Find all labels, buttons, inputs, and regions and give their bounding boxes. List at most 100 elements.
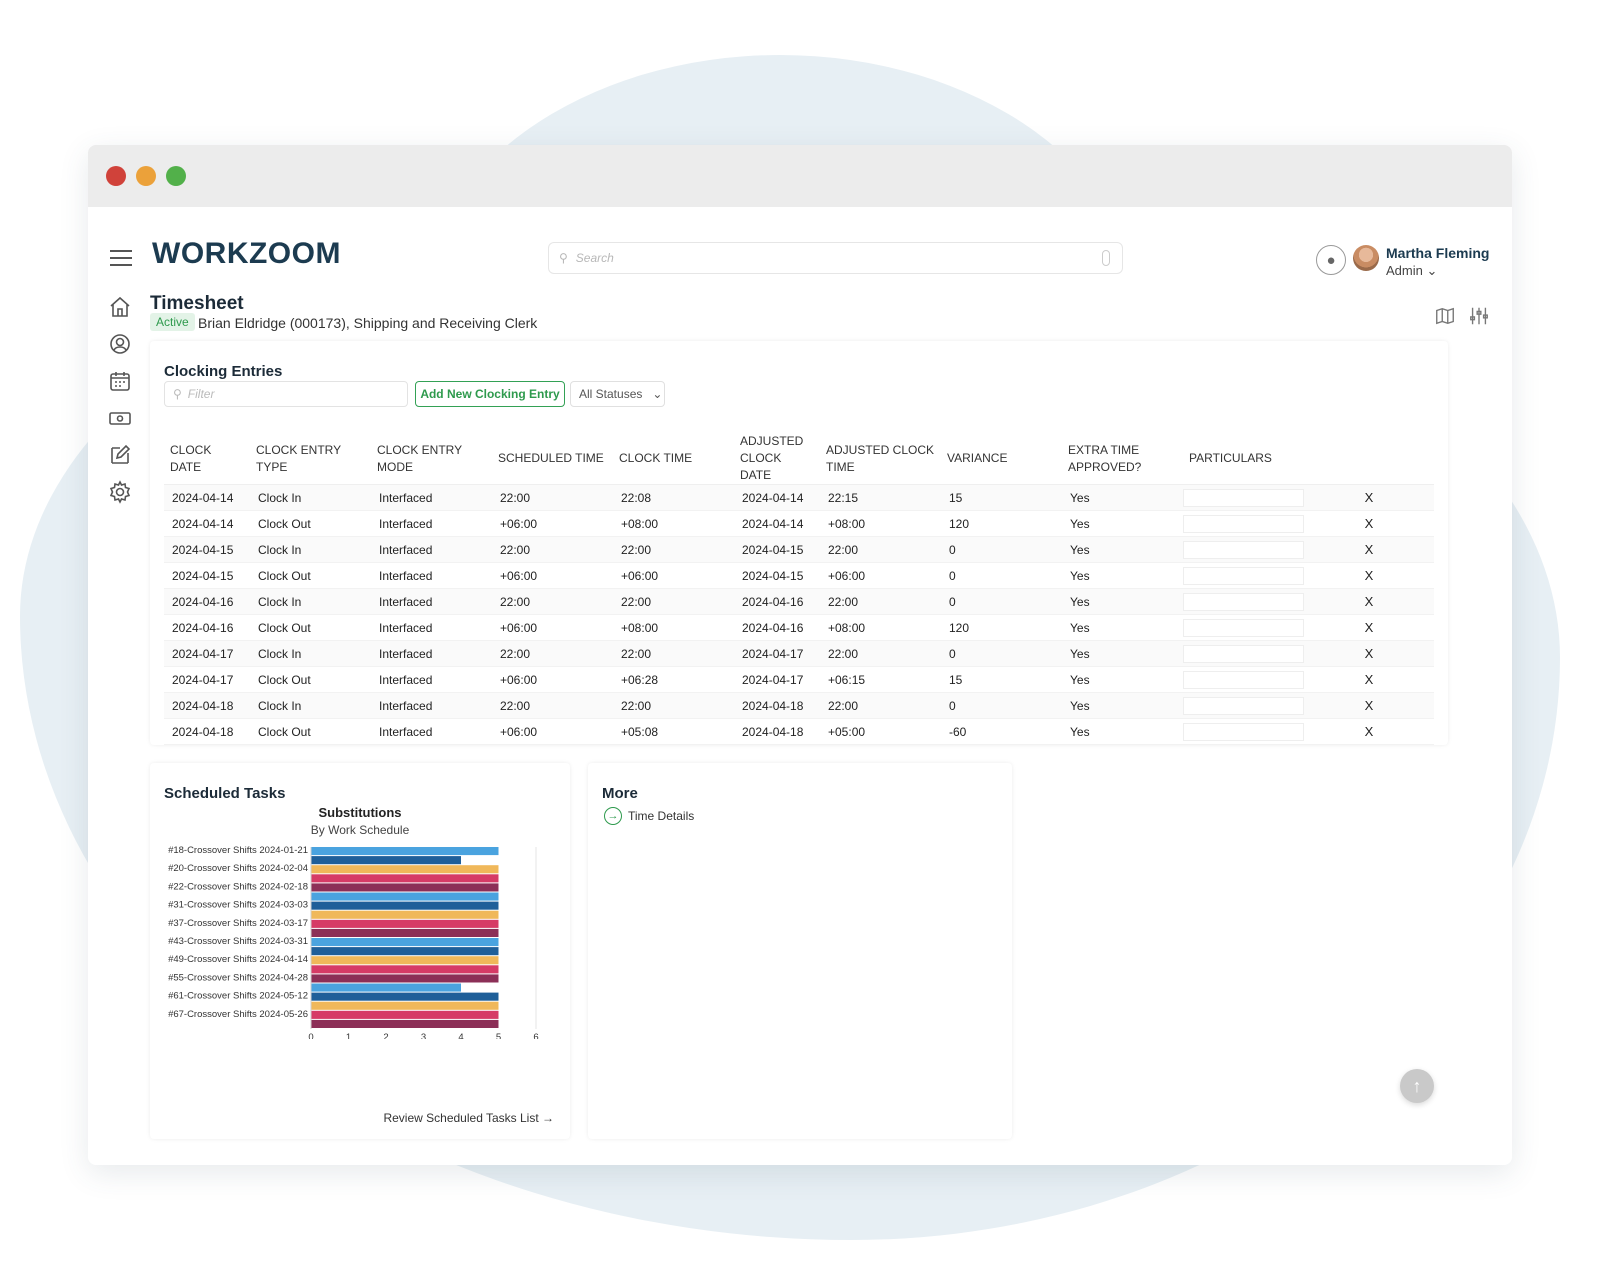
table-row[interactable]: 2024-04-16 Clock In Interfaced 22:00 22:00 20… [164,588,1434,615]
delete-entry-button[interactable]: X [1304,614,1434,641]
delete-entry-button[interactable]: X [1304,562,1434,589]
chart-bar[interactable] [311,901,499,910]
particulars-field[interactable] [1183,696,1304,715]
location-pin-icon[interactable]: ● [1316,245,1346,275]
table-cell: +06:00 [492,666,613,693]
table-row[interactable]: 2024-04-17 Clock In Interfaced 22:00 22:00 20… [164,640,1434,667]
money-icon[interactable] [108,406,132,430]
table-cell: +08:00 [820,614,941,641]
filter-input[interactable]: ⚲ Filter [164,381,408,407]
map-icon[interactable] [1434,305,1456,332]
settings-gear-icon[interactable] [108,480,132,504]
column-header[interactable]: PARTICULARS [1183,433,1304,485]
table-cell: 120 [941,614,1062,641]
table-cell: +06:00 [613,562,734,589]
table-row[interactable]: 2024-04-14 Clock Out Interfaced +06:00 +08:0… [164,510,1434,537]
delete-entry-button[interactable]: X [1304,484,1434,511]
chart-bar[interactable] [311,928,499,937]
particulars-field[interactable] [1183,592,1304,611]
avatar[interactable] [1353,245,1379,271]
particulars-field[interactable] [1183,514,1304,533]
chart-category-label: #43-Crossover Shifts 2024-03-31 [168,936,308,947]
chart-bar[interactable] [311,910,499,919]
column-header[interactable]: CLOCK DATE [164,433,250,485]
time-details-link[interactable]: → Time Details [604,807,694,825]
app-window: WORKZOOM ⚲ Search ● Martha Fleming Admin… [88,145,1512,1165]
table-cell: 0 [941,692,1062,719]
review-tasks-link[interactable]: Review Scheduled Tasks List → [383,1111,554,1125]
chart-title: Substitutions [318,805,402,820]
column-header[interactable]: EXTRA TIME APPROVED? [1062,433,1183,485]
status-filter-value: All Statuses [579,387,643,401]
table-cell: 2024-04-14 [164,510,250,537]
microphone-icon[interactable] [1102,250,1110,266]
status-filter-select[interactable]: All Statuses ⌄ [570,381,665,407]
app-logo[interactable]: WORKZOOM [152,237,341,271]
chart-bar[interactable] [311,947,499,956]
chart-bar[interactable] [311,892,499,901]
table-row[interactable]: 2024-04-18 Clock Out Interfaced +06:00 +05:0… [164,718,1434,745]
delete-entry-button[interactable]: X [1304,718,1434,745]
table-row[interactable]: 2024-04-15 Clock Out Interfaced +06:00 +06:0… [164,562,1434,589]
column-header[interactable]: SCHEDULED TIME [492,433,613,485]
column-header[interactable]: ADJUSTED CLOCK DATE [734,433,820,485]
column-header[interactable]: CLOCK ENTRY TYPE [250,433,371,485]
home-icon[interactable] [108,295,132,319]
close-window-button[interactable] [106,166,126,186]
clocking-entries-card: Clocking Entries ⚲ Filter Add New Clocki… [150,341,1448,745]
scroll-to-top-button[interactable]: ↑ [1400,1069,1434,1103]
particulars-field[interactable] [1183,644,1304,663]
column-header[interactable]: VARIANCE [941,433,1062,485]
delete-entry-button[interactable]: X [1304,640,1434,667]
chart-bar[interactable] [311,847,499,856]
chart-bar[interactable] [311,874,499,883]
column-header[interactable]: ADJUSTED CLOCK TIME [820,433,941,485]
edit-icon[interactable] [108,443,132,467]
table-row[interactable]: 2024-04-15 Clock In Interfaced 22:00 22:00 20… [164,536,1434,563]
particulars-field[interactable] [1183,540,1304,559]
minimize-window-button[interactable] [136,166,156,186]
column-header[interactable]: CLOCK ENTRY MODE [371,433,492,485]
table-row[interactable]: 2024-04-16 Clock Out Interfaced +06:00 +08:0… [164,614,1434,641]
table-row[interactable]: 2024-04-18 Clock In Interfaced 22:00 22:00 20… [164,692,1434,719]
delete-entry-button[interactable]: X [1304,588,1434,615]
particulars-field[interactable] [1183,670,1304,689]
table-row[interactable]: 2024-04-17 Clock Out Interfaced +06:00 +06:2… [164,666,1434,693]
table-cell: Interfaced [371,562,492,589]
user-role[interactable]: Admin ⌄ [1386,263,1437,279]
table-cell: +08:00 [613,614,734,641]
table-cell: Clock In [250,588,371,615]
chart-bar[interactable] [311,1019,499,1028]
chart-bar[interactable] [311,856,461,865]
delete-entry-button[interactable]: X [1304,666,1434,693]
table-row[interactable]: 2024-04-14 Clock In Interfaced 22:00 22:08 20… [164,484,1434,511]
delete-entry-button[interactable]: X [1304,536,1434,563]
chart-bar[interactable] [311,965,499,974]
chart-bar[interactable] [311,956,499,965]
chart-bar[interactable] [311,983,461,992]
user-name[interactable]: Martha Fleming [1386,245,1489,261]
chart-bar[interactable] [311,1001,499,1010]
search-input[interactable]: ⚲ Search [548,242,1123,274]
table-cell: Clock Out [250,718,371,745]
chart-bar[interactable] [311,1010,499,1019]
sliders-icon[interactable] [1468,305,1490,332]
menu-icon[interactable] [110,245,132,271]
particulars-field[interactable] [1183,722,1304,741]
particulars-field[interactable] [1183,488,1304,507]
chart-bar[interactable] [311,919,499,928]
chart-bar[interactable] [311,938,499,947]
delete-entry-button[interactable]: X [1304,510,1434,537]
chart-bar[interactable] [311,883,499,892]
column-header[interactable]: CLOCK TIME [613,433,734,485]
maximize-window-button[interactable] [166,166,186,186]
chart-bar[interactable] [311,992,499,1001]
calendar-icon[interactable] [108,369,132,393]
particulars-field[interactable] [1183,566,1304,585]
chart-bar[interactable] [311,974,499,983]
add-clocking-entry-button[interactable]: Add New Clocking Entry [415,381,565,407]
user-profile-icon[interactable] [108,332,132,356]
delete-entry-button[interactable]: X [1304,692,1434,719]
particulars-field[interactable] [1183,618,1304,637]
chart-bar[interactable] [311,865,499,874]
